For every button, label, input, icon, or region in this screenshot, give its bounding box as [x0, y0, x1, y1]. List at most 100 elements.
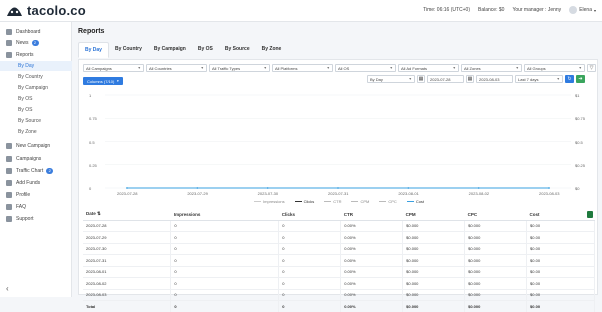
group-by-select[interactable]: By Day▼: [367, 75, 415, 83]
filter-select[interactable]: All Traffic Types▼: [209, 64, 270, 72]
data-point[interactable]: [196, 187, 198, 189]
legend-item-cpm[interactable]: CPM: [351, 199, 369, 204]
filter-select[interactable]: All Groups▼: [524, 64, 585, 72]
column-header-date[interactable]: Date ⇅: [83, 209, 171, 220]
sidebar-item-profile[interactable]: Profile: [0, 190, 72, 200]
user-menu[interactable]: Elena ▾: [569, 6, 596, 14]
tab-by-day[interactable]: By Day: [78, 42, 109, 58]
filter-select[interactable]: All Zones▼: [461, 64, 522, 72]
apply-button[interactable]: ➜: [576, 75, 585, 83]
filter-select[interactable]: All Ad Formats▼: [398, 64, 459, 72]
table-cell: $0.00: [527, 243, 595, 255]
table-cell: 0: [171, 255, 279, 267]
legend-item-ctr[interactable]: CTR: [324, 199, 341, 204]
filter-select[interactable]: All OS▼: [335, 64, 396, 72]
calendar-icon[interactable]: ▦: [417, 75, 425, 83]
table-cell: $0.00: [527, 232, 595, 244]
server-time: Time: 06:16 (UTC+0): [423, 7, 470, 13]
collapse-sidebar-icon[interactable]: ‹: [6, 284, 9, 293]
column-header-cost[interactable]: Cost: [527, 209, 595, 220]
sidebar-item-faq[interactable]: FAQ: [0, 202, 72, 212]
date-from-input[interactable]: 2023-07-28: [427, 75, 464, 83]
column-header-ctr[interactable]: CTR: [341, 209, 403, 220]
sidebar-item-by-campaign[interactable]: By Campaign: [0, 83, 72, 93]
filter-value: All Groups: [527, 66, 546, 71]
sidebar-item-support[interactable]: Support: [0, 214, 72, 224]
sidebar-item-by-zone[interactable]: By Zone: [0, 127, 72, 137]
manager-info[interactable]: Your manager : Jenny: [512, 7, 561, 13]
date-range-select[interactable]: Last 7 days ▼: [515, 75, 563, 83]
legend-swatch: [254, 201, 261, 202]
filter-value: All Platforms: [275, 66, 297, 71]
table-row: 2023-08-02000.00%$0.000$0.000$0.00: [83, 278, 595, 290]
sidebar-item-by-country[interactable]: By Country: [0, 72, 72, 82]
sidebar-item-label: By Source: [18, 118, 41, 124]
column-header-cpm[interactable]: CPM: [403, 209, 465, 220]
refresh-button[interactable]: ↻: [565, 75, 574, 83]
calendar-icon[interactable]: ▦: [466, 75, 474, 83]
data-point[interactable]: [126, 187, 128, 189]
tab-by-source[interactable]: By Source: [219, 42, 256, 58]
sidebar-item-campaigns[interactable]: Campaigns: [0, 154, 72, 164]
sidebar-item-by-os[interactable]: By OS: [0, 94, 72, 104]
date-to-input[interactable]: 2023-08-03: [476, 75, 513, 83]
sidebar-item-reports[interactable]: Reports: [0, 50, 72, 60]
data-point[interactable]: [478, 187, 480, 189]
legend-item-clicks[interactable]: Clicks: [295, 199, 315, 204]
filter-button[interactable]: ▽: [587, 64, 596, 72]
sidebar-item-label: By Zone: [18, 129, 37, 135]
legend-label: Impressions: [263, 199, 285, 204]
top-bar: tacolo.co Time: 06:16 (UTC+0) Balance: $…: [0, 0, 602, 22]
plus-icon: [6, 143, 12, 149]
logo[interactable]: tacolo.co: [6, 3, 86, 18]
table-cell: 0: [279, 289, 341, 301]
filter-select[interactable]: All Campaigns▼: [83, 64, 144, 72]
date-range-value: Last 7 days: [518, 77, 538, 82]
data-point[interactable]: [407, 187, 409, 189]
top-info: Time: 06:16 (UTC+0) Balance: $0 Your man…: [423, 6, 596, 14]
sidebar-item-by-os[interactable]: By OS: [0, 105, 72, 115]
sidebar-item-label: Campaigns: [16, 156, 41, 162]
tab-by-country[interactable]: By Country: [109, 42, 148, 58]
chevron-down-icon: ▼: [557, 77, 560, 81]
filter-select[interactable]: All Countries▼: [146, 64, 207, 72]
sidebar-item-by-source[interactable]: By Source: [0, 116, 72, 126]
sidebar-item-by-day[interactable]: By Day: [0, 61, 72, 71]
table-cell: 2023-07-30: [83, 243, 171, 255]
data-point[interactable]: [337, 187, 339, 189]
tab-by-campaign[interactable]: By Campaign: [148, 42, 192, 58]
column-header-clicks[interactable]: Clicks: [279, 209, 341, 220]
sidebar-item-dashboard[interactable]: Dashboard: [0, 27, 72, 37]
table-header-row: Date ⇅ImpressionsClicksCTRCPMCPCCost: [83, 209, 595, 220]
sidebar-item-traffic-chart[interactable]: Traffic Chart2: [0, 166, 72, 176]
column-header-impressions[interactable]: Impressions: [171, 209, 279, 220]
tab-by-os[interactable]: By OS: [192, 42, 219, 58]
filter-select[interactable]: All Platforms▼: [272, 64, 333, 72]
columns-button[interactable]: Columns (7/10) ▼: [83, 77, 123, 85]
table-cell: 2023-07-31: [83, 255, 171, 267]
filter-value: All Zones: [464, 66, 481, 71]
count-badge: 2: [46, 168, 53, 174]
chevron-down-icon: ▼: [201, 66, 204, 70]
filter-value: All Traffic Types: [212, 66, 240, 71]
y-tick-label-right: $0.75: [575, 116, 585, 121]
x-tick-label: 2023-08-01: [398, 191, 418, 196]
sidebar-item-label: Add Funds: [16, 180, 40, 186]
legend-item-cost[interactable]: Cost: [407, 199, 424, 204]
table-total-cell: $0.000: [403, 301, 465, 312]
data-point[interactable]: [548, 187, 550, 189]
sidebar-item-new-campaign[interactable]: New Campaign: [0, 141, 72, 151]
table-row: 2023-07-29000.00%$0.000$0.000$0.00: [83, 232, 595, 244]
column-header-cpc[interactable]: CPC: [465, 209, 527, 220]
legend-item-impressions[interactable]: Impressions: [254, 199, 285, 204]
main-content: Reports By DayBy CountryBy CampaignBy OS…: [72, 22, 602, 297]
table-total-cell: $0.00: [527, 301, 595, 312]
sidebar-item-news[interactable]: News2: [0, 38, 72, 48]
table-cell: 0: [279, 266, 341, 278]
legend-item-cpc[interactable]: CPC: [379, 199, 396, 204]
tab-by-zone[interactable]: By Zone: [256, 42, 288, 58]
sidebar-item-add-funds[interactable]: Add Funds: [0, 178, 72, 188]
chart-legend: Impressions Clicks CTR CPM CPC Cost: [254, 199, 424, 204]
avatar: [569, 6, 577, 14]
data-point[interactable]: [267, 187, 269, 189]
